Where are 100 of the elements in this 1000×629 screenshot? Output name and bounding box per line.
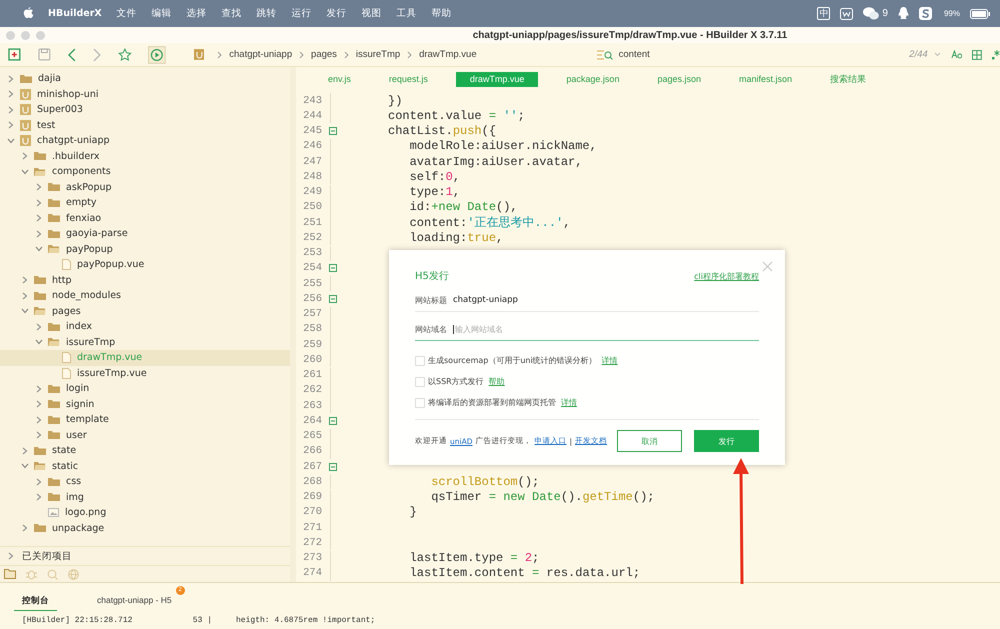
fold-icon[interactable] xyxy=(329,294,337,303)
menu-item[interactable]: 选择 xyxy=(186,7,207,20)
chevron-down-icon[interactable] xyxy=(21,168,29,175)
chevron-right-icon[interactable] xyxy=(36,214,42,222)
chevron-right-icon[interactable] xyxy=(36,416,42,424)
chevron-right-icon[interactable] xyxy=(36,230,42,238)
close-icon[interactable] xyxy=(762,261,773,272)
chevron-right-icon[interactable] xyxy=(36,198,42,207)
tree-item[interactable]: empty xyxy=(0,195,290,210)
chevron-down-icon[interactable] xyxy=(934,52,941,57)
zoom-button[interactable] xyxy=(36,30,45,40)
menu-item[interactable]: 文件 xyxy=(116,7,137,20)
tree-item[interactable]: template xyxy=(0,412,290,428)
chevron-right-icon[interactable] xyxy=(36,322,42,331)
s-logo-icon[interactable] xyxy=(918,7,932,20)
document-icon[interactable] xyxy=(840,8,854,20)
tree-item[interactable]: chatgpt-uniapp xyxy=(0,133,290,148)
chevron-right-icon[interactable] xyxy=(36,400,42,408)
chevron-right-icon[interactable] xyxy=(36,493,42,502)
chevron-right-icon[interactable] xyxy=(36,384,42,393)
chevron-right-icon[interactable] xyxy=(22,524,28,532)
checkbox[interactable] xyxy=(415,356,425,366)
battery-icon[interactable] xyxy=(970,8,990,18)
menu-item[interactable]: 帮助 xyxy=(432,7,452,20)
chevron-down-icon[interactable] xyxy=(35,246,43,252)
run-icon[interactable] xyxy=(148,46,166,64)
breadcrumb-item[interactable]: pages xyxy=(311,49,337,60)
save-icon[interactable] xyxy=(38,48,51,61)
input-field[interactable]: 输入网站域名 xyxy=(453,324,759,334)
chevron-right-icon[interactable] xyxy=(8,121,14,130)
tree-item[interactable]: Super003 xyxy=(0,102,290,118)
tree-item[interactable]: components xyxy=(0,164,290,180)
menu-item[interactable]: 跳转 xyxy=(256,7,277,20)
menu-item[interactable]: 运行 xyxy=(292,7,312,20)
help-link[interactable]: 详情 xyxy=(602,355,618,366)
input-field[interactable]: chatgpt-uniapp xyxy=(453,295,759,305)
regex-icon[interactable] xyxy=(992,50,1000,60)
fold-icon[interactable] xyxy=(329,416,337,425)
tree-item[interactable]: gaoyia-parse xyxy=(0,226,290,242)
help-link[interactable]: 详情 xyxy=(561,397,577,408)
tree-item[interactable]: index xyxy=(0,319,290,334)
breadcrumb-item[interactable]: issureTmp xyxy=(356,49,400,60)
tree-item[interactable]: img xyxy=(0,490,290,505)
tree-item[interactable]: payPopup.vue xyxy=(0,257,290,272)
panel-tab[interactable]: 控制台 xyxy=(14,593,57,611)
tree-item[interactable]: state xyxy=(0,443,290,458)
search-field[interactable]: content xyxy=(596,48,892,60)
cancel-button[interactable]: 取消 xyxy=(617,430,682,452)
menu-item[interactable]: 视图 xyxy=(362,7,382,20)
chevron-right-icon[interactable] xyxy=(36,431,42,440)
tree-item[interactable]: login xyxy=(0,381,290,396)
tree-item[interactable]: minishop-uni xyxy=(0,86,290,102)
tree-item[interactable]: static xyxy=(0,458,290,474)
globe-icon[interactable] xyxy=(68,568,79,580)
tree-item[interactable]: issureTmp.vue xyxy=(0,366,290,381)
tree-item[interactable]: fenxiao xyxy=(0,210,290,226)
chevron-down-icon[interactable] xyxy=(21,308,29,314)
tree-item[interactable]: dajia xyxy=(0,71,290,86)
tree-item[interactable]: .hbuilderx xyxy=(0,148,290,164)
tree-item[interactable]: unpackage xyxy=(0,520,290,536)
help-link[interactable]: 帮助 xyxy=(488,376,505,387)
tree-item[interactable]: node_modules xyxy=(0,288,290,304)
whole-word-icon[interactable] xyxy=(972,50,982,60)
tree-item[interactable]: test xyxy=(0,118,290,133)
chevron-right-icon[interactable] xyxy=(8,74,14,83)
match-case-icon[interactable] xyxy=(950,50,962,59)
close-window-button[interactable] xyxy=(6,30,15,40)
breadcrumb-item[interactable]: drawTmp.vue xyxy=(419,49,477,60)
fold-icon[interactable] xyxy=(329,462,337,471)
chevron-down-icon[interactable] xyxy=(21,463,29,470)
chevron-right-icon[interactable] xyxy=(36,183,42,192)
tree-item[interactable]: askPopup xyxy=(0,180,290,195)
fold-icon[interactable] xyxy=(329,264,337,272)
minimize-button[interactable] xyxy=(21,30,30,40)
menu-item[interactable]: 工具 xyxy=(396,7,417,20)
tree-item[interactable]: logo.png xyxy=(0,505,290,520)
closed-projects-item[interactable]: 已关闭项目 xyxy=(0,546,290,566)
chevron-down-icon[interactable] xyxy=(7,138,15,144)
bug-icon[interactable] xyxy=(26,568,37,580)
tree-item[interactable]: css xyxy=(0,474,290,490)
fold-icon[interactable] xyxy=(329,127,337,136)
back-icon[interactable] xyxy=(66,48,76,62)
apple-icon[interactable] xyxy=(23,7,34,20)
tree-item[interactable]: payPopup xyxy=(0,242,290,257)
chevron-right-icon[interactable] xyxy=(36,478,42,486)
tree-item[interactable]: http xyxy=(0,272,290,288)
menu-item[interactable]: 查找 xyxy=(222,7,242,20)
checkbox[interactable] xyxy=(415,376,425,386)
breadcrumb-item[interactable]: chatgpt-uniapp xyxy=(229,49,292,60)
new-file-icon[interactable] xyxy=(8,48,22,62)
tree-item[interactable]: pages xyxy=(0,304,290,319)
menu-item[interactable]: HBuilderX xyxy=(48,8,102,19)
chat-icon[interactable] xyxy=(863,7,880,20)
star-icon[interactable] xyxy=(118,48,132,62)
checkbox[interactable] xyxy=(415,398,425,408)
input-method-indicator[interactable]: 中 xyxy=(817,7,830,20)
forward-icon[interactable] xyxy=(92,48,102,62)
chevron-right-icon[interactable] xyxy=(8,552,14,560)
folder-icon[interactable] xyxy=(4,569,16,579)
chevron-right-icon[interactable] xyxy=(22,292,28,300)
